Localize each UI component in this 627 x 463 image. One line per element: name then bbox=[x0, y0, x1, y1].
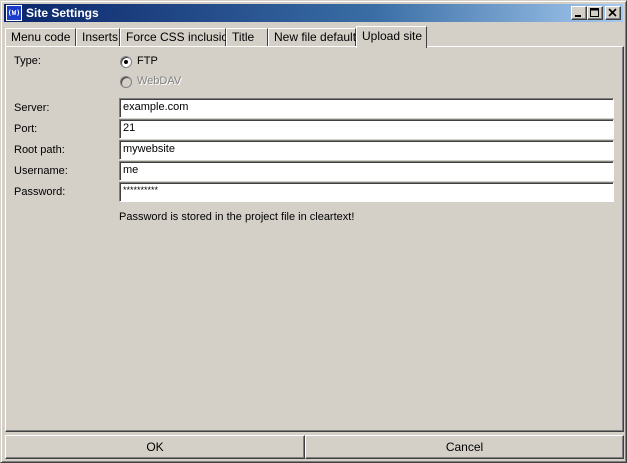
button-bar: OK Cancel bbox=[5, 435, 624, 459]
root-path-label: Root path: bbox=[14, 144, 65, 156]
type-label: Type: bbox=[14, 55, 41, 67]
server-input[interactable]: example.com bbox=[119, 98, 614, 118]
ok-button[interactable]: OK bbox=[5, 435, 305, 459]
tab-upload-site[interactable]: Upload site bbox=[356, 26, 427, 48]
app-icon: (W) bbox=[6, 5, 22, 21]
tab-inserts[interactable]: Inserts bbox=[76, 28, 120, 47]
radio-ftp-label: FTP bbox=[137, 55, 158, 67]
username-label: Username: bbox=[14, 165, 68, 177]
port-input[interactable]: 21 bbox=[119, 119, 614, 139]
port-label: Port: bbox=[14, 123, 38, 135]
radio-selected-dot bbox=[124, 60, 128, 64]
root-path-input[interactable]: mywebsite bbox=[119, 140, 614, 160]
username-input[interactable]: me bbox=[119, 161, 614, 181]
tab-menu-code[interactable]: Menu code bbox=[5, 28, 76, 47]
site-settings-window: (W) Site Settings Menu code Inserts Forc… bbox=[0, 0, 627, 463]
radio-webdav-circle[interactable] bbox=[120, 76, 132, 88]
window-title: Site Settings bbox=[26, 6, 99, 20]
close-icon bbox=[608, 8, 617, 17]
maximize-button[interactable] bbox=[587, 6, 603, 20]
tab-strip: Menu code Inserts Force CSS inclusion Ti… bbox=[5, 26, 620, 48]
minimize-icon bbox=[575, 15, 581, 17]
tab-title[interactable]: Title bbox=[226, 28, 268, 47]
password-label: Password: bbox=[14, 186, 66, 198]
radio-ftp-circle[interactable] bbox=[120, 56, 132, 68]
password-input[interactable]: ********** bbox=[119, 182, 614, 202]
server-label: Server: bbox=[14, 102, 50, 114]
password-warning-note: Password is stored in the project file i… bbox=[119, 211, 355, 223]
cancel-button[interactable]: Cancel bbox=[305, 435, 624, 459]
upload-site-panel: Type: FTP WebDAV Server: example.com Por… bbox=[5, 46, 624, 432]
tab-force-css-inclusion[interactable]: Force CSS inclusion bbox=[120, 28, 235, 47]
title-bar[interactable]: (W) Site Settings bbox=[4, 4, 623, 22]
maximize-icon bbox=[590, 8, 599, 17]
close-button[interactable] bbox=[605, 6, 621, 20]
tab-new-file-defaults[interactable]: New file defaults bbox=[268, 28, 362, 47]
radio-webdav-label: WebDAV bbox=[137, 75, 182, 87]
minimize-button[interactable] bbox=[571, 6, 587, 20]
